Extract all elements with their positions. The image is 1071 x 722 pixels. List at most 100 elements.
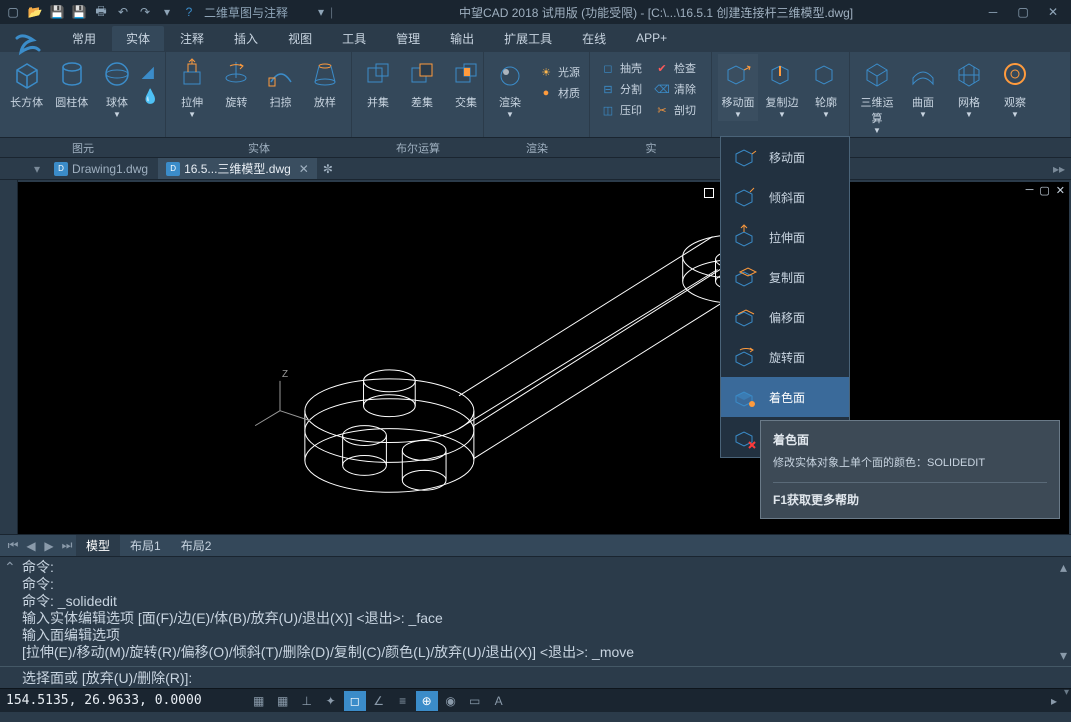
split-button[interactable]: ⊟分割 — [596, 79, 646, 99]
tooltip-desc: 修改实体对象上单个面的颜色：SOLIDEDIT — [773, 454, 1047, 470]
clean-icon: ⌫ — [654, 81, 670, 97]
tab-视图[interactable]: 视图 — [274, 26, 326, 51]
osnap-toggle[interactable]: ◻ — [344, 691, 366, 711]
clean-button[interactable]: ⌫清除 — [650, 79, 700, 99]
anno-toggle[interactable]: A — [488, 691, 510, 711]
check-button[interactable]: ✔检查 — [650, 58, 700, 78]
cmd-collapse-icon[interactable]: ⌃ — [4, 559, 16, 576]
surface-button[interactable]: 曲面▼ — [902, 54, 944, 121]
extrude-button[interactable]: 拉伸▼ — [172, 54, 212, 121]
qat-help-icon[interactable]: ? — [180, 3, 198, 21]
tab-在线[interactable]: 在线 — [568, 26, 620, 51]
menu-item-旋转面[interactable]: 旋转面 — [721, 337, 849, 377]
intersect-button[interactable]: 交集 — [446, 54, 486, 112]
layout-last-icon[interactable]: ⏭ — [58, 538, 76, 553]
cmd-scroll-up-icon[interactable]: ▴ — [1060, 559, 1067, 576]
maximize-button[interactable]: ▢ — [1009, 2, 1037, 22]
dyn-toggle[interactable]: ⊕ — [416, 691, 438, 711]
new-tab-button[interactable]: ✼ — [319, 161, 337, 177]
tab-工具[interactable]: 工具 — [328, 26, 380, 51]
menu-item-复制面[interactable]: 复制面 — [721, 257, 849, 297]
box-button[interactable]: 长方体 — [6, 54, 47, 112]
cylinder-button[interactable]: 圆柱体 — [51, 54, 92, 112]
copyedge-button[interactable]: 复制边▼ — [762, 54, 802, 121]
layout-next-icon[interactable]: ▶ — [40, 539, 58, 553]
qat-dropdown-icon[interactable]: ▾ — [158, 3, 176, 21]
layout-first-icon[interactable]: ⏮ — [4, 538, 22, 553]
moveface-button[interactable]: 移动面▼ — [718, 54, 758, 121]
imprint-button[interactable]: ◫压印 — [596, 100, 646, 120]
document-tabs: ▾ D Drawing1.dwg D 16.5...三维模型.dwg ✕ ✼ ▸… — [0, 158, 1071, 180]
tab-注释[interactable]: 注释 — [166, 26, 218, 51]
doc-tab-model[interactable]: D 16.5...三维模型.dwg ✕ — [158, 158, 317, 179]
snap-toggle[interactable]: ▦ — [248, 691, 270, 711]
tab-扩展工具[interactable]: 扩展工具 — [490, 26, 566, 51]
menu-item-着色面[interactable]: 着色面 — [721, 377, 849, 417]
tab-scroll-right-icon[interactable]: ▸▸ — [1047, 162, 1071, 176]
polar-toggle[interactable]: ✦ — [320, 691, 342, 711]
tab-app[interactable]: APP+ — [622, 27, 681, 49]
rotateface-icon — [731, 343, 759, 371]
qat-open-icon[interactable]: 📂 — [26, 3, 44, 21]
menu-item-倾斜面[interactable]: 倾斜面 — [721, 177, 849, 217]
mesh-button[interactable]: 网格▼ — [948, 54, 990, 121]
qat-save-icon[interactable]: 💾 — [48, 3, 66, 21]
cmd-resize-icon[interactable]: ▾ — [1064, 687, 1069, 698]
cmd-scroll-down-icon[interactable]: ▾ — [1060, 647, 1067, 664]
model-toggle[interactable]: ▭ — [464, 691, 486, 711]
polysolid-icon[interactable]: ◢ — [142, 62, 159, 82]
sphere-button[interactable]: 球体▼ — [96, 54, 137, 121]
layout-prev-icon[interactable]: ◀ — [22, 539, 40, 553]
layout-tab-1[interactable]: 布局1 — [120, 535, 171, 556]
status-menu-icon[interactable]: ▸ — [1043, 691, 1065, 711]
coordinates: 154.5135, 26.9633, 0.0000 — [6, 693, 202, 708]
light-button[interactable]: ☀光源 — [534, 62, 584, 82]
dwg-icon: D — [166, 162, 180, 176]
profile-button[interactable]: 轮廓▼ — [806, 54, 846, 121]
otrack-toggle[interactable]: ∠ — [368, 691, 390, 711]
tab-scroll-left-icon[interactable]: ▾ — [30, 162, 44, 176]
close-tab-icon[interactable]: ✕ — [299, 162, 309, 176]
qat-new-icon[interactable]: ▢ — [4, 3, 22, 21]
cycle-toggle[interactable]: ◉ — [440, 691, 462, 711]
qat-print-icon[interactable]: 🖶 — [92, 3, 110, 21]
subtract-button[interactable]: 差集 — [402, 54, 442, 112]
menu-item-偏移面[interactable]: 偏移面 — [721, 297, 849, 337]
command-input[interactable] — [192, 670, 1067, 686]
tab-管理[interactable]: 管理 — [382, 26, 434, 51]
grid-toggle[interactable]: ▦ — [272, 691, 294, 711]
mesh-icon — [951, 56, 987, 92]
section-button[interactable]: ✂剖切 — [650, 100, 700, 120]
loft-button[interactable]: 放样 — [305, 54, 345, 112]
close-button[interactable]: ✕ — [1039, 2, 1067, 22]
sweep-button[interactable]: 扫掠 — [261, 54, 301, 112]
shell-button[interactable]: ◻抽壳 — [596, 58, 646, 78]
minimize-button[interactable]: ─ — [979, 2, 1007, 22]
render-button[interactable]: 渲染▼ — [490, 54, 530, 121]
material-button[interactable]: ●材质 — [534, 83, 584, 103]
doc-tab-drawing1[interactable]: D Drawing1.dwg — [46, 160, 156, 178]
tab-输出[interactable]: 输出 — [436, 26, 488, 51]
profile-icon — [808, 56, 844, 92]
lwt-toggle[interactable]: ≡ — [392, 691, 414, 711]
layout-tab-model[interactable]: 模型 — [76, 535, 120, 556]
layout-tab-2[interactable]: 布局2 — [171, 535, 222, 556]
ortho-toggle[interactable]: ⊥ — [296, 691, 318, 711]
menu-item-移动面[interactable]: 移动面 — [721, 137, 849, 177]
command-history[interactable]: ⌃ ▴ ▾ 命令: 命令: 命令: _solidedit 输入实体编辑选项 [面… — [0, 557, 1071, 666]
qat-saveall-icon[interactable]: 💾 — [70, 3, 88, 21]
union-button[interactable]: 并集 — [358, 54, 398, 112]
check-icon: ✔ — [654, 60, 670, 76]
wedge-icon[interactable]: 💧 — [142, 88, 159, 105]
tab-插入[interactable]: 插入 — [220, 26, 272, 51]
tab-常用[interactable]: 常用 — [58, 26, 110, 51]
revolve-button[interactable]: 旋转 — [216, 54, 256, 112]
menu-item-拉伸面[interactable]: 拉伸面 — [721, 217, 849, 257]
op3d-button[interactable]: 三维运算▼ — [856, 54, 898, 137]
tab-实体[interactable]: 实体 — [112, 26, 164, 51]
ribbon: 长方体 圆柱体 球体▼ ◢ 💧 拉伸▼ 旋转 扫掠 放样 — [0, 52, 1071, 138]
observe-button[interactable]: 观察▼ — [994, 54, 1036, 121]
workspace-selector[interactable]: 二维草图与注释 ▾ | — [204, 4, 333, 21]
qat-undo-icon[interactable]: ↶ — [114, 3, 132, 21]
qat-redo-icon[interactable]: ↷ — [136, 3, 154, 21]
